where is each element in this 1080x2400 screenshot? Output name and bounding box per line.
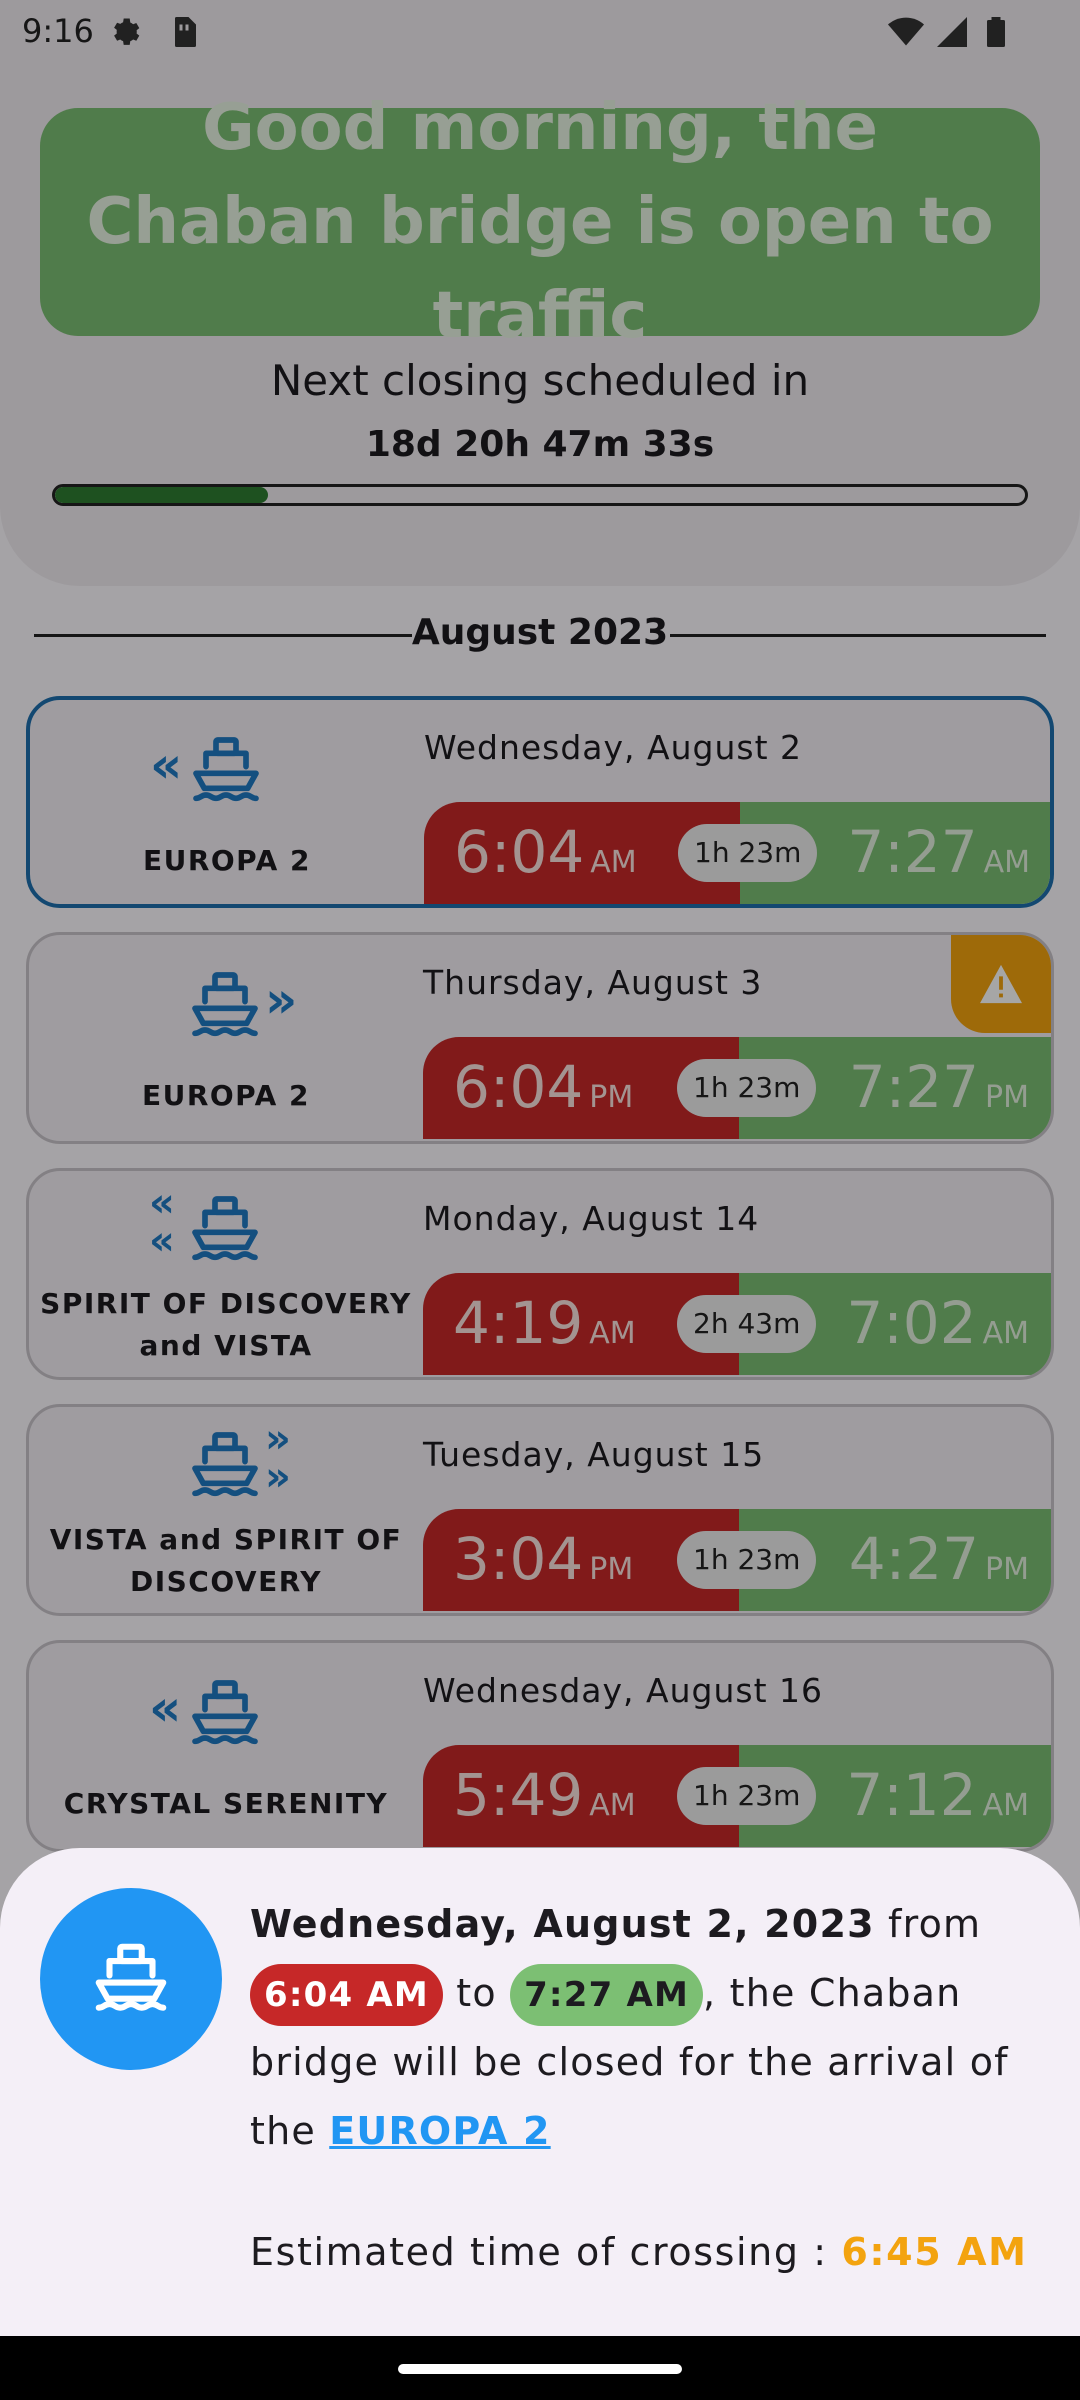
sheet-date: Wednesday, August 2, 2023 [250,1902,875,1946]
sheet-start-chip: 6:04 AM [250,1964,443,2026]
closing-detail-text: Wednesday, August 2, 2023 from 6:04 AM t… [250,1890,1050,2166]
estimate-value: 6:45 AM [841,2230,1028,2274]
estimated-crossing: Estimated time of crossing : 6:45 AM [250,2230,1028,2274]
ship-icon [95,1943,167,2011]
home-gesture-handle[interactable] [398,2364,682,2374]
sheet-boat-avatar [40,1888,222,2070]
sheet-end-chip: 7:27 AM [510,1964,704,2026]
sheet-from-word: from [888,1902,982,1946]
app-screen: Good morning, the Chaban bridge is open … [0,0,1080,2400]
closing-detail-sheet: Wednesday, August 2, 2023 from 6:04 AM t… [0,1848,1080,2336]
sheet-to-word: to [456,1971,497,2015]
system-nav-bar [0,2336,1080,2400]
sheet-boat-link[interactable]: EUROPA 2 [329,2109,550,2153]
estimate-label: Estimated time of crossing : [250,2230,828,2274]
